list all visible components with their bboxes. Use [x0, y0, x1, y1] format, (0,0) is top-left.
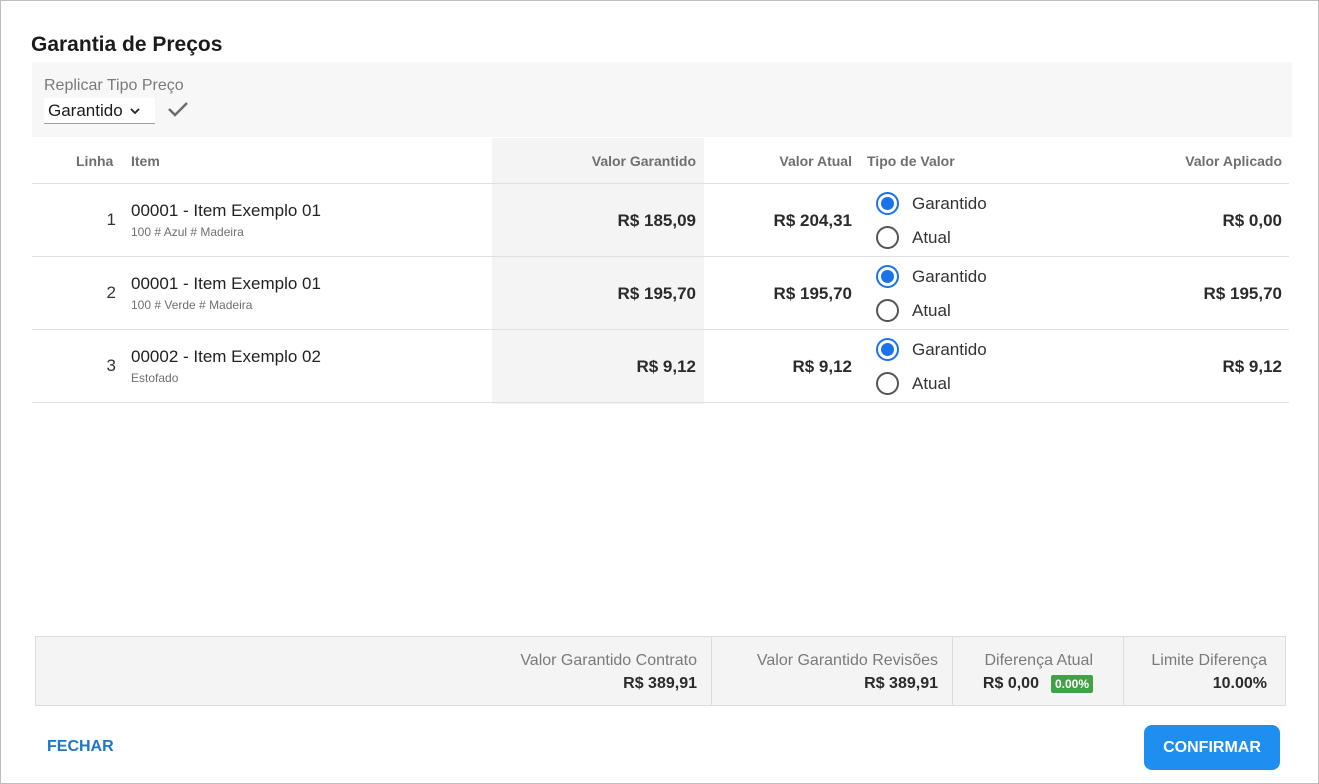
row-valor-atual: R$ 195,70 [773, 284, 852, 303]
row-valor-garantido: R$ 195,70 [617, 284, 696, 303]
summary-diferenca-value-wrap: R$ 0,00 0.00% [983, 675, 1093, 693]
summary-contrato: Valor Garantido Contrato R$ 389,91 [36, 637, 711, 705]
header-tipo-valor: Tipo de Valor [867, 153, 955, 169]
radio-atual-circle[interactable] [876, 372, 899, 395]
row-valor-atual: R$ 204,31 [773, 211, 852, 230]
table-header: Linha Item Valor Garantido Valor Atual T… [32, 138, 1289, 184]
table-row: 3 00002 - Item Exemplo 02 Estofado R$ 9,… [32, 330, 1289, 403]
summary-contrato-label: Valor Garantido Contrato [520, 652, 697, 669]
chevron-down-icon [130, 107, 140, 114]
radio-garantido-label: Garantido [912, 339, 987, 359]
summary-limite: Limite Diferença 10.00% [1123, 637, 1285, 705]
header-valor-aplicado: Valor Aplicado [1185, 153, 1282, 169]
summary-limite-label: Limite Diferença [1151, 652, 1267, 669]
confirm-button[interactable]: CONFIRMAR [1144, 725, 1280, 770]
row-item-name: 00002 - Item Exemplo 02 [131, 347, 321, 366]
row-valor-aplicado: R$ 195,70 [1203, 284, 1282, 303]
radio-garantido[interactable]: Garantido [876, 265, 987, 288]
row-line-number: 2 [106, 283, 116, 302]
row-line-number: 3 [106, 356, 116, 375]
close-button[interactable]: FECHAR [47, 738, 114, 756]
row-item-description: 100 # Verde # Madeira [131, 298, 253, 312]
summary-diferenca: Diferença Atual R$ 0,00 0.00% [952, 637, 1123, 705]
totals-summary: Valor Garantido Contrato R$ 389,91 Valor… [35, 636, 1286, 706]
radio-atual-circle[interactable] [876, 226, 899, 249]
summary-diferenca-label: Diferença Atual [984, 652, 1093, 669]
radio-garantido-label: Garantido [912, 193, 987, 213]
header-linha: Linha [76, 153, 114, 169]
radio-garantido[interactable]: Garantido [876, 338, 987, 361]
radio-garantido[interactable]: Garantido [876, 192, 987, 215]
radio-garantido-label: Garantido [912, 266, 987, 286]
apply-check-icon[interactable] [166, 97, 190, 121]
radio-garantido-circle[interactable] [876, 338, 899, 361]
radio-atual[interactable]: Atual [876, 226, 951, 249]
diferenca-percent-badge: 0.00% [1050, 675, 1093, 693]
items-table: Linha Item Valor Garantido Valor Atual T… [32, 138, 1289, 404]
row-line-number: 1 [106, 210, 116, 229]
replicate-price-type-panel: Replicar Tipo Preço Garantido [32, 62, 1292, 137]
summary-diferenca-value: R$ 0,00 [982, 675, 1039, 692]
row-valor-garantido: R$ 9,12 [636, 357, 696, 376]
header-valor-garantido: Valor Garantido [591, 153, 696, 169]
row-valor-atual: R$ 9,12 [792, 357, 852, 376]
row-valor-aplicado: R$ 9,12 [1222, 357, 1282, 376]
header-item: Item [131, 153, 160, 169]
row-item-description: Estofado [131, 371, 179, 385]
replicate-price-type-select[interactable]: Garantido [44, 98, 155, 124]
header-valor-atual: Valor Atual [779, 153, 852, 169]
radio-atual-circle[interactable] [876, 299, 899, 322]
row-item-description: 100 # Azul # Madeira [131, 225, 244, 239]
summary-revisoes: Valor Garantido Revisões R$ 389,91 [711, 637, 952, 705]
replicate-price-type-value: Garantido [48, 100, 123, 120]
row-valor-garantido: R$ 185,09 [617, 211, 696, 230]
table-row: 2 00001 - Item Exemplo 01 100 # Verde # … [32, 257, 1289, 330]
table-row: 1 00001 - Item Exemplo 01 100 # Azul # M… [32, 184, 1289, 257]
radio-garantido-circle[interactable] [876, 192, 899, 215]
summary-contrato-value: R$ 389,91 [623, 675, 697, 692]
radio-garantido-circle[interactable] [876, 265, 899, 288]
radio-atual[interactable]: Atual [876, 299, 951, 322]
radio-atual-label: Atual [912, 227, 951, 247]
radio-atual-label: Atual [912, 373, 951, 393]
summary-revisoes-label: Valor Garantido Revisões [756, 652, 938, 669]
dialog-title: Garantia de Preços [31, 33, 223, 56]
row-item-name: 00001 - Item Exemplo 01 [131, 201, 321, 220]
price-guarantee-dialog: Garantia de Preços Replicar Tipo Preço G… [0, 0, 1319, 784]
row-valor-aplicado: R$ 0,00 [1222, 211, 1282, 230]
replicate-price-type-label: Replicar Tipo Preço [44, 77, 184, 94]
summary-revisoes-value: R$ 389,91 [864, 675, 938, 692]
row-item-name: 00001 - Item Exemplo 01 [131, 274, 321, 293]
radio-atual-label: Atual [912, 300, 951, 320]
summary-limite-value: 10.00% [1212, 675, 1267, 692]
radio-atual[interactable]: Atual [876, 372, 951, 395]
